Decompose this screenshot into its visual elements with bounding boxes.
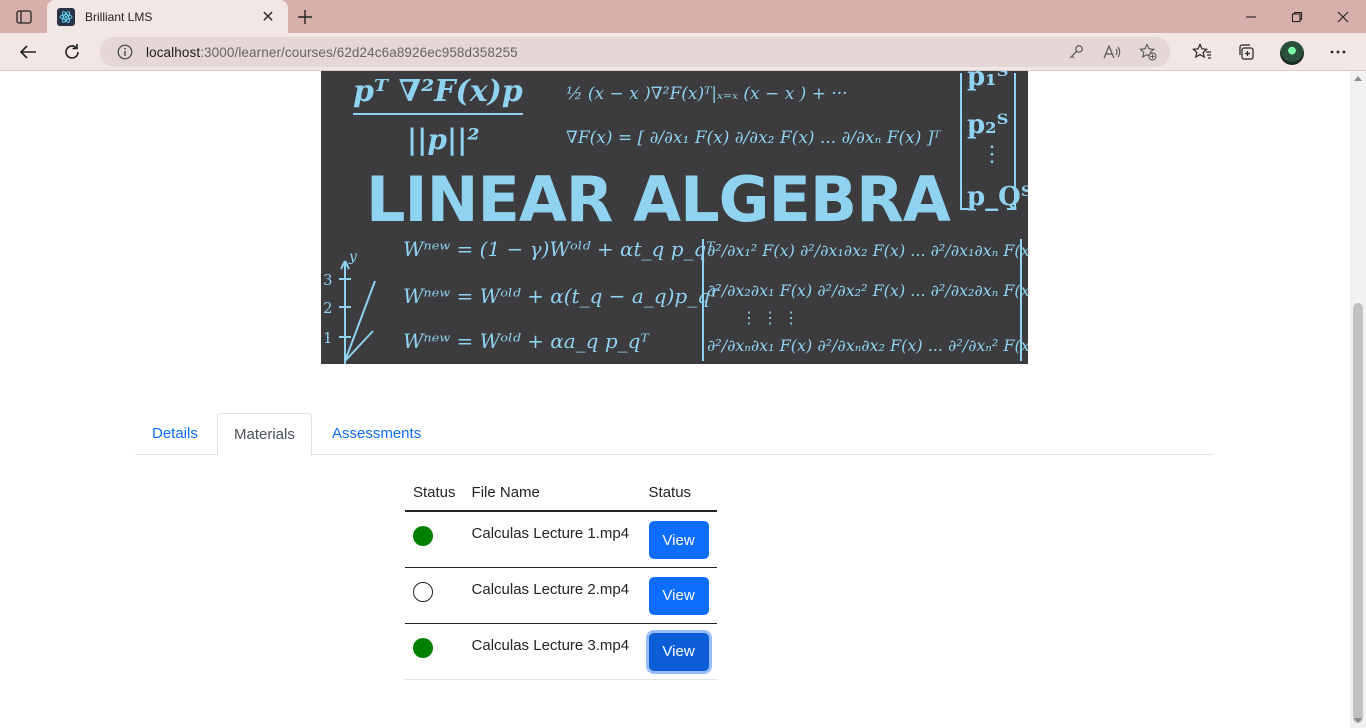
more-options-icon[interactable] (1323, 37, 1353, 67)
banner-vector-dots: ⋮ (981, 142, 1003, 167)
file-name: Calculas Lecture 2.mp4 (471, 580, 630, 598)
scroll-up-icon[interactable] (1354, 76, 1362, 81)
tab-materials[interactable]: Materials (217, 413, 312, 456)
table-row: Calculas Lecture 2.mp4 View (405, 567, 717, 624)
read-aloud-icon[interactable] (1100, 40, 1124, 64)
site-info-icon[interactable] (116, 43, 134, 61)
refresh-icon[interactable] (57, 37, 87, 67)
banner-title: LINEAR ALGEBRA (366, 163, 951, 236)
file-name: Calculas Lecture 3.mp4 (471, 636, 630, 654)
column-header-status: Status (405, 474, 464, 512)
page-viewport: pᵀ ∇²F(x)p ||p||² ½ (x − x )∇²F(x)ᵀ|ₓ₌ₓ … (0, 71, 1350, 728)
table-header-row: Status File Name Status (405, 474, 717, 512)
tab-assessments[interactable]: Assessments (316, 413, 437, 455)
banner-equation-3: Wⁿᵉʷ = Wᵒˡᵈ + αa_q p_qᵀ (403, 329, 650, 353)
browser-toolbar: localhost:3000/learner/courses/62d24c6a8… (0, 33, 1366, 71)
url-host: localhost (146, 44, 201, 60)
url-text: localhost:3000/learner/courses/62d24c6a8… (146, 45, 518, 60)
banner-axis-2: 2 (323, 299, 333, 317)
table-row: Calculas Lecture 3.mp4 View (405, 623, 717, 680)
new-tab-icon[interactable] (292, 4, 318, 30)
browser-tab-bar: Brilliant LMS ✕ (0, 0, 1366, 33)
course-tabs: Details Materials Assessments (135, 413, 1213, 456)
course-banner-image: pᵀ ∇²F(x)p ||p||² ½ (x − x )∇²F(x)ᵀ|ₓ₌ₓ … (321, 71, 1028, 364)
add-favorite-icon[interactable] (1136, 40, 1160, 64)
banner-hessian-row-2: ∂²/∂x₂∂x₁ F(x) ∂²/∂x₂² F(x) ... ∂²/∂x₂∂x… (707, 281, 1028, 300)
browser-tab-active[interactable]: Brilliant LMS ✕ (47, 0, 288, 33)
view-material-button[interactable]: View (648, 576, 709, 615)
banner-vector-pq: p_Qᵀ (967, 182, 1028, 212)
column-header-action: Status (640, 474, 717, 512)
completed-status-icon (413, 637, 433, 658)
back-arrow-icon[interactable] (13, 37, 43, 67)
profile-avatar[interactable] (1280, 41, 1304, 65)
banner-formula-1-numerator: pᵀ ∇²F(x)p (353, 74, 523, 109)
table-row: Calculas Lecture 1.mp4 View (405, 511, 717, 568)
banner-vector-p1: p₁ᵀ (967, 71, 1008, 92)
banner-vector-p2: p₂ᵀ (967, 110, 1008, 140)
view-material-button[interactable]: View (648, 521, 709, 559)
banner-equation-2: Wⁿᵉʷ = Wᵒˡᵈ + α(t_q − a_q)p_qᵀ (403, 284, 720, 308)
column-header-file-name: File Name (463, 474, 641, 512)
banner-formula-2: ½ (x − x )∇²F(x)ᵀ|ₓ₌ₓ (x − x ) + ··· (566, 84, 848, 104)
banner-formula-3: ∇F(x) = [ ∂/∂x₁ F(x) ∂/∂x₂ F(x) ... ∂/∂x… (566, 128, 941, 148)
banner-axis-3: 3 (323, 271, 333, 289)
react-favicon-icon (57, 7, 75, 26)
banner-axis-y: y (348, 249, 358, 265)
key-icon[interactable] (1064, 40, 1088, 64)
banner-hessian-row-1: ∂²/∂x₁² F(x) ∂²/∂x₁∂x₂ F(x) ... ∂²/∂x₁∂x… (707, 241, 1028, 260)
address-bar[interactable]: localhost:3000/learner/courses/62d24c6a8… (100, 37, 1170, 67)
minimize-icon[interactable] (1228, 0, 1274, 33)
completed-status-icon (413, 526, 433, 546)
banner-hessian-row-3: ∂²/∂xₙ∂x₁ F(x) ∂²/∂xₙ∂x₂ F(x) ... ∂²/∂xₙ… (707, 336, 1028, 355)
collections-icon[interactable] (1231, 37, 1261, 67)
scroll-down-icon[interactable] (1354, 718, 1362, 723)
banner-axis-1: 1 (323, 329, 333, 347)
materials-table: Status File Name Status Calculas Lecture… (405, 474, 717, 680)
incomplete-status-icon (413, 581, 433, 602)
tab-title: Brilliant LMS (85, 9, 153, 24)
close-window-icon[interactable] (1320, 0, 1366, 33)
banner-formula-1-denominator: ||p||² (407, 123, 480, 156)
page-scrollbar[interactable] (1350, 71, 1366, 728)
banner-hessian-dots: ⋮ ⋮ ⋮ (741, 308, 799, 327)
banner-equation-1: Wⁿᵉʷ = (1 − γ)Wᵒˡᵈ + αt_q p_qᵀ (403, 237, 716, 261)
scrollbar-thumb[interactable] (1353, 303, 1363, 723)
tab-details[interactable]: Details (136, 413, 214, 455)
tab-actions-icon[interactable] (8, 5, 40, 29)
restore-icon[interactable] (1274, 0, 1320, 33)
favorites-icon[interactable] (1187, 37, 1217, 67)
view-material-button[interactable]: View (648, 632, 709, 671)
url-path: :3000/learner/courses/62d24c6a8926ec958d… (200, 44, 518, 60)
close-tab-icon[interactable]: ✕ (258, 7, 278, 27)
file-name: Calculas Lecture 1.mp4 (471, 525, 630, 542)
